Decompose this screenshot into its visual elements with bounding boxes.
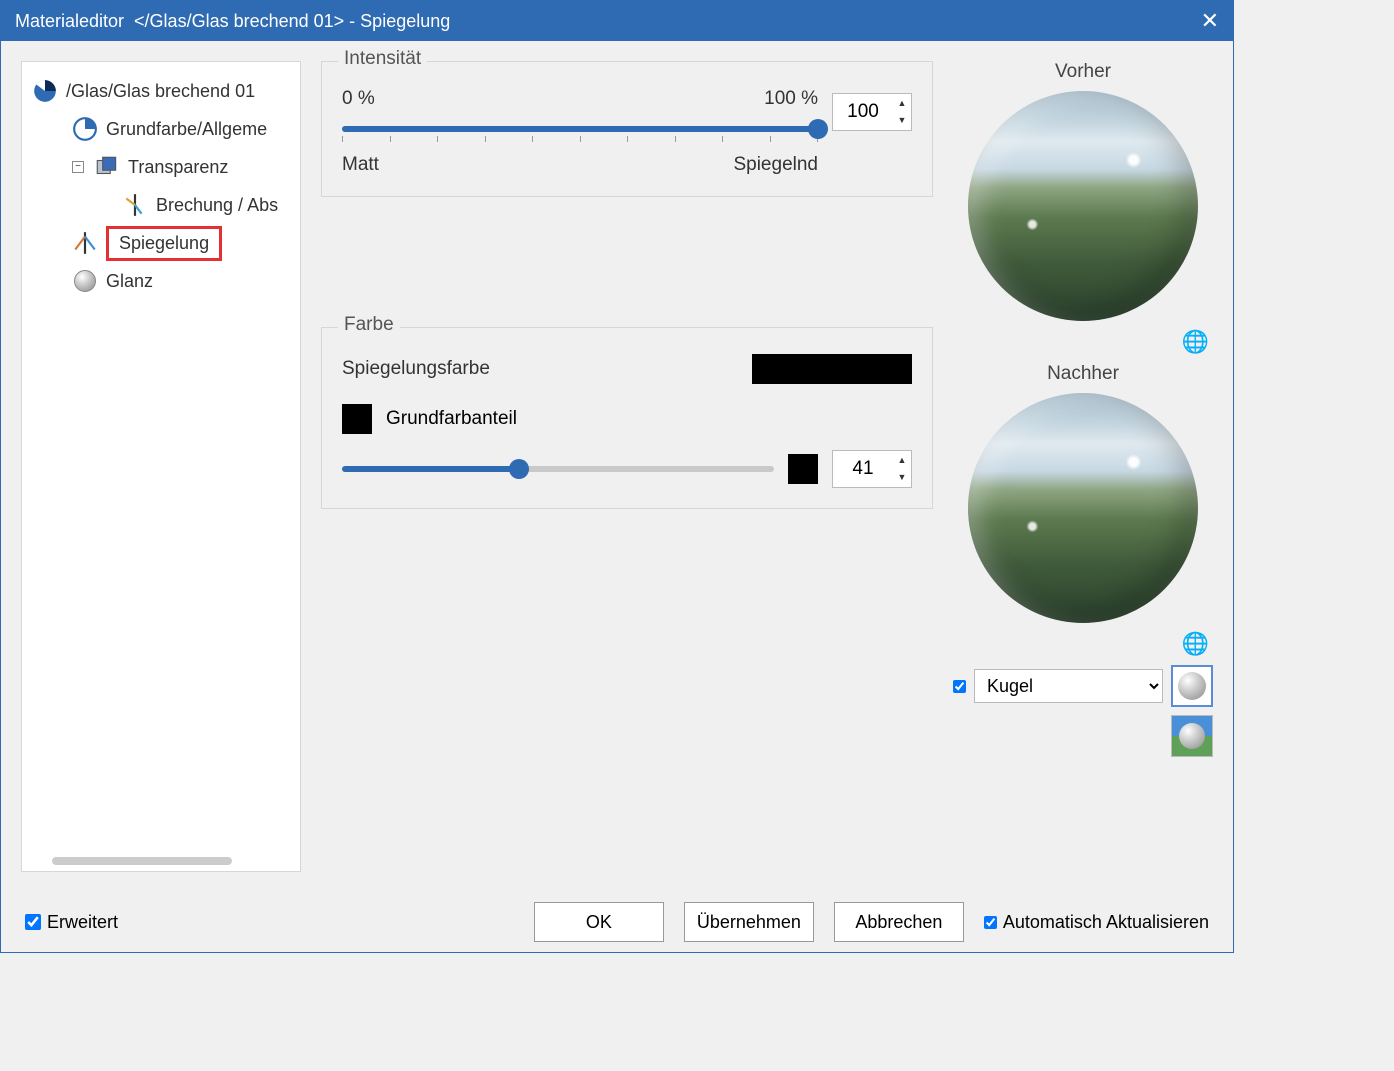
spin-up-icon[interactable]: ▲: [893, 95, 911, 112]
preview-shape-checkbox[interactable]: [953, 680, 966, 693]
base-result-swatch: [788, 454, 818, 484]
reflection-icon: [72, 230, 98, 256]
intensity-legend: Intensität: [338, 48, 427, 70]
slider-thumb[interactable]: [509, 459, 529, 479]
tree-item-label: Glanz: [106, 271, 153, 292]
intensity-matt-label: Matt: [342, 154, 379, 176]
refraction-icon: [122, 192, 148, 218]
apply-button[interactable]: Übernehmen: [684, 902, 814, 942]
spin-down-icon[interactable]: ▼: [893, 469, 911, 486]
ok-button[interactable]: OK: [534, 902, 664, 942]
reflection-color-swatch[interactable]: [752, 354, 912, 384]
intensity-max-label: 100 %: [764, 88, 818, 110]
titlebar: Materialeditor </Glas/Glas brechend 01> …: [1, 1, 1233, 41]
close-icon[interactable]: ✕: [1201, 8, 1219, 34]
shape-env-button[interactable]: [1171, 715, 1213, 757]
tree-item-label: Brechung / Abs: [156, 195, 278, 216]
preview-before-label: Vorher: [1055, 61, 1111, 83]
intensity-spiegelnd-label: Spiegelnd: [733, 154, 818, 176]
tree-root[interactable]: /Glas/Glas brechend 01: [22, 72, 300, 110]
tree-collapse-icon[interactable]: −: [72, 161, 84, 173]
preview-after-sphere: [968, 393, 1198, 623]
intensity-spinbox[interactable]: ▲ ▼: [832, 93, 912, 131]
preview-before-sphere: [968, 91, 1198, 321]
base-color-label: Grundfarbanteil: [386, 408, 517, 430]
tree-item-grundfarbe[interactable]: Grundfarbe/Allgeme: [22, 110, 300, 148]
app-title: Materialeditor: [15, 11, 124, 32]
reflection-color-label: Spiegelungsfarbe: [342, 358, 490, 380]
spin-up-icon[interactable]: ▲: [893, 452, 911, 469]
base-color-spinbox[interactable]: ▲ ▼: [832, 450, 912, 488]
base-color-slider[interactable]: [342, 466, 774, 472]
cube-icon: [94, 154, 120, 180]
preview-after-label: Nachher: [1047, 363, 1119, 385]
spin-down-icon[interactable]: ▼: [893, 112, 911, 129]
cancel-button[interactable]: Abbrechen: [834, 902, 964, 942]
pie-icon: [32, 78, 58, 104]
tree-item-transparenz[interactable]: − Transparenz: [22, 148, 300, 186]
tree-item-label: Transparenz: [128, 157, 228, 178]
auto-update-checkbox[interactable]: [984, 916, 997, 929]
tree-item-label: Grundfarbe/Allgeme: [106, 119, 267, 140]
auto-update-label: Automatisch Aktualisieren: [1003, 912, 1209, 933]
tree-item-label: Spiegelung: [106, 226, 222, 261]
globe-icon[interactable]: 🌐: [1182, 631, 1209, 657]
intensity-slider[interactable]: [342, 126, 818, 132]
base-color-input[interactable]: [833, 458, 893, 480]
extended-label: Erweitert: [47, 912, 118, 933]
color-legend: Farbe: [338, 314, 400, 336]
tree-item-spiegelung[interactable]: Spiegelung: [22, 224, 300, 262]
preview-shape-select[interactable]: Kugel: [974, 669, 1163, 703]
globe-icon[interactable]: 🌐: [1182, 329, 1209, 355]
extended-checkbox[interactable]: [25, 914, 41, 930]
tree-horizontal-scrollbar[interactable]: [52, 857, 232, 865]
intensity-input[interactable]: [833, 101, 893, 123]
sphere-icon: [72, 268, 98, 294]
base-color-swatch[interactable]: [342, 404, 372, 434]
intensity-min-label: 0 %: [342, 88, 375, 110]
shape-sphere-button[interactable]: [1171, 665, 1213, 707]
intensity-group: Intensität 0 % 100 % Matt Spiegelnd: [321, 61, 933, 197]
color-group: Farbe Spiegelungsfarbe Grundfarbanteil: [321, 327, 933, 509]
tree-root-label: /Glas/Glas brechend 01: [66, 81, 255, 102]
tree-item-brechung[interactable]: Brechung / Abs: [22, 186, 300, 224]
footer: Erweitert OK Übernehmen Abbrechen Automa…: [1, 892, 1233, 952]
material-tree: /Glas/Glas brechend 01 Grundfarbe/Allgem…: [21, 61, 301, 872]
tree-item-glanz[interactable]: Glanz: [22, 262, 300, 300]
pie-outline-icon: [72, 116, 98, 142]
slider-thumb[interactable]: [808, 119, 828, 139]
material-path: </Glas/Glas brechend 01> - Spiegelung: [134, 11, 450, 32]
